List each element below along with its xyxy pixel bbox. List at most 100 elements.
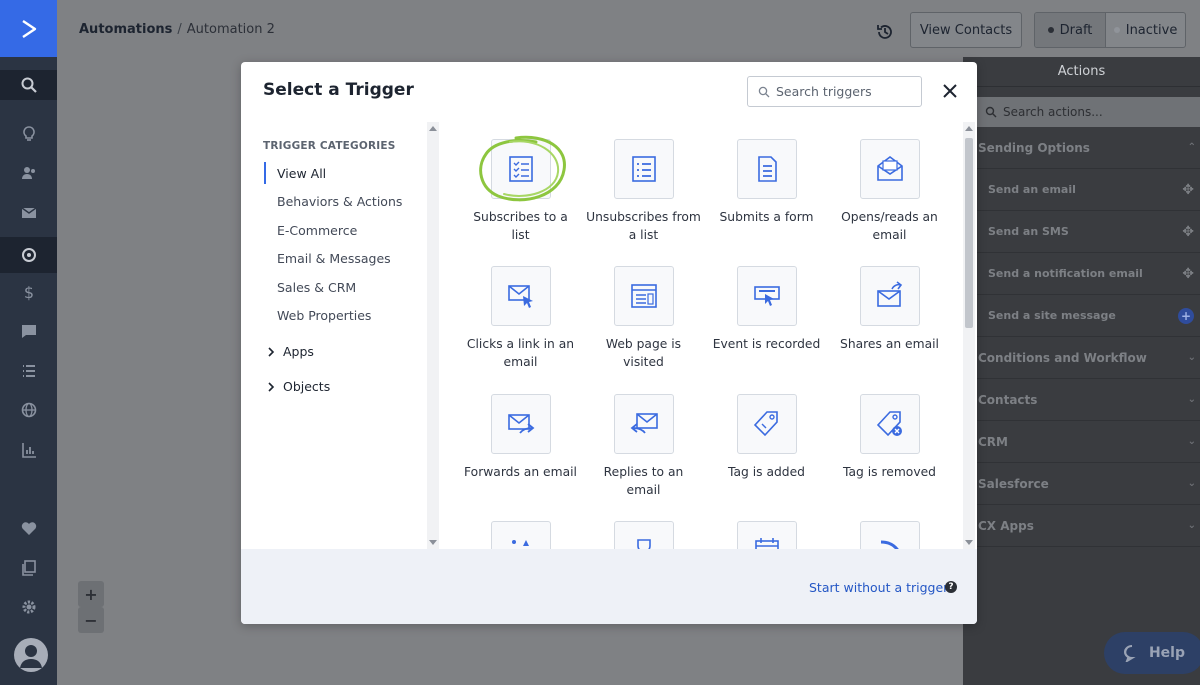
action-label: Send a site message bbox=[988, 309, 1116, 322]
trigger-label: Opens/reads an email bbox=[841, 210, 938, 242]
reply-envelope-icon bbox=[613, 394, 674, 454]
section-cx-apps[interactable]: CX Apps ⌄ bbox=[963, 505, 1200, 547]
goal-icon bbox=[490, 521, 551, 549]
actions-search-placeholder: Search actions... bbox=[1003, 105, 1103, 119]
draft-status-button[interactable]: Draft bbox=[1035, 13, 1107, 47]
app-logo[interactable] bbox=[0, 0, 57, 57]
section-contacts[interactable]: Contacts ⌄ bbox=[963, 379, 1200, 421]
drag-move-icon[interactable]: ✥ bbox=[1182, 182, 1194, 198]
help-button[interactable]: Help bbox=[1104, 632, 1200, 674]
scroll-thumb[interactable] bbox=[965, 138, 973, 328]
category-ecommerce[interactable]: E-Commerce bbox=[277, 223, 357, 238]
trigger-tile-partial[interactable] bbox=[828, 521, 951, 549]
close-icon[interactable] bbox=[937, 78, 963, 104]
category-behaviors-actions[interactable]: Behaviors & Actions bbox=[277, 194, 402, 209]
actions-panel: Actions Search actions... Sending Option… bbox=[963, 57, 1200, 685]
category-view-all[interactable]: View All bbox=[277, 166, 326, 181]
lists-icon[interactable] bbox=[14, 356, 44, 386]
action-send-sms[interactable]: Send an SMS ✥ bbox=[963, 211, 1200, 253]
user-avatar[interactable] bbox=[14, 638, 48, 672]
trigger-label: Tag is added bbox=[728, 465, 805, 479]
section-label: CRM bbox=[978, 434, 1008, 449]
dollar-icon[interactable]: $ bbox=[14, 277, 44, 307]
trigger-clicks-link[interactable]: Clicks a link in an email bbox=[459, 266, 582, 371]
breadcrumb-root[interactable]: Automations bbox=[79, 22, 172, 37]
scroll-up-icon[interactable] bbox=[965, 126, 973, 131]
scroll-down-icon[interactable] bbox=[965, 540, 973, 545]
scroll-down-icon[interactable] bbox=[429, 540, 437, 545]
actions-search-input[interactable]: Search actions... bbox=[977, 97, 1200, 127]
reports-icon[interactable] bbox=[14, 435, 44, 465]
group-apps[interactable]: Apps bbox=[267, 344, 314, 359]
trigger-tag-added[interactable]: Tag is added bbox=[705, 394, 828, 481]
view-contacts-button[interactable]: View Contacts bbox=[910, 12, 1022, 48]
trigger-tile-partial[interactable] bbox=[582, 521, 705, 549]
category-web-properties[interactable]: Web Properties bbox=[277, 308, 371, 323]
zoom-out-button[interactable]: − bbox=[78, 607, 104, 633]
heart-icon[interactable] bbox=[14, 513, 44, 543]
trigger-opens-email[interactable]: Opens/reads an email bbox=[828, 139, 951, 244]
action-send-site-message[interactable]: Send a site message + bbox=[963, 295, 1200, 337]
drag-move-icon[interactable]: ✥ bbox=[1182, 266, 1194, 282]
drag-move-icon[interactable]: ✥ bbox=[1182, 224, 1194, 240]
section-salesforce[interactable]: Salesforce ⌄ bbox=[963, 463, 1200, 505]
scroll-up-icon[interactable] bbox=[429, 126, 437, 131]
inactive-status-button[interactable]: Inactive bbox=[1106, 13, 1185, 47]
category-email-messages[interactable]: Email & Messages bbox=[277, 251, 391, 266]
action-label: Send an SMS bbox=[988, 225, 1069, 238]
help-question-icon[interactable]: ? bbox=[945, 581, 957, 593]
zoom-in-button[interactable]: + bbox=[78, 581, 104, 607]
history-icon[interactable] bbox=[875, 22, 895, 42]
chevron-down-icon: ⌄ bbox=[1187, 352, 1196, 363]
trigger-event-recorded[interactable]: Event is recorded bbox=[705, 266, 828, 353]
pages-icon[interactable] bbox=[14, 553, 44, 583]
contacts-icon[interactable] bbox=[14, 158, 44, 188]
section-conditions-workflow[interactable]: Conditions and Workflow ⌄ bbox=[963, 337, 1200, 379]
group-objects[interactable]: Objects bbox=[267, 379, 330, 394]
trigger-unsubscribes-list[interactable]: Unsubscribes from a list bbox=[582, 139, 705, 244]
globe-icon[interactable] bbox=[14, 395, 44, 425]
section-sending-options[interactable]: Sending Options ⌃ bbox=[963, 127, 1200, 169]
event-cursor-icon bbox=[736, 266, 797, 326]
tag-remove-icon bbox=[859, 394, 920, 454]
trigger-tile-partial[interactable] bbox=[705, 521, 828, 549]
select-trigger-modal: Select a Trigger Search triggers TRIGGER… bbox=[241, 62, 977, 624]
trigger-forwards-email[interactable]: Forwards an email bbox=[459, 394, 582, 481]
trigger-tile-partial[interactable] bbox=[459, 521, 582, 549]
trigger-label: Shares an email bbox=[840, 337, 939, 351]
trigger-search-input[interactable]: Search triggers bbox=[747, 76, 922, 107]
forward-envelope-icon bbox=[490, 394, 551, 454]
trigger-grid-scrollbar[interactable] bbox=[963, 122, 975, 549]
trigger-tag-removed[interactable]: Tag is removed bbox=[828, 394, 951, 481]
status-toggle: Draft Inactive bbox=[1034, 12, 1186, 48]
trigger-label: Subscribes to a list bbox=[473, 210, 568, 242]
trigger-subscribes-list[interactable]: Subscribes to a list bbox=[459, 135, 582, 244]
action-send-notification[interactable]: Send a notification email ✥ bbox=[963, 253, 1200, 295]
conversations-icon[interactable] bbox=[14, 316, 44, 346]
settings-gear-icon[interactable] bbox=[14, 592, 44, 622]
share-envelope-icon bbox=[859, 266, 920, 326]
section-crm[interactable]: CRM ⌄ bbox=[963, 421, 1200, 463]
trigger-shares-email[interactable]: Shares an email bbox=[828, 266, 951, 353]
chevron-right-icon bbox=[268, 381, 275, 392]
action-send-email[interactable]: Send an email ✥ bbox=[963, 169, 1200, 211]
mail-icon[interactable] bbox=[14, 198, 44, 228]
trigger-label: Web page is visited bbox=[605, 337, 682, 369]
lightbulb-icon[interactable] bbox=[14, 119, 44, 149]
help-label: Help bbox=[1148, 645, 1186, 661]
category-sales-crm[interactable]: Sales & CRM bbox=[277, 280, 356, 295]
trigger-web-page-visited[interactable]: Web page is visited bbox=[582, 266, 705, 371]
section-label: Salesforce bbox=[978, 476, 1049, 491]
trigger-submits-form[interactable]: Submits a form bbox=[705, 139, 828, 226]
chevron-down-icon: ⌄ bbox=[1187, 436, 1196, 447]
trigger-replies-email[interactable]: Replies to an email bbox=[582, 394, 705, 499]
list-lines-icon bbox=[613, 139, 674, 199]
chevron-right-icon bbox=[268, 346, 275, 357]
automations-icon[interactable] bbox=[0, 237, 57, 273]
action-label: Send an email bbox=[988, 183, 1076, 196]
search-nav-icon[interactable] bbox=[0, 70, 57, 100]
categories-scrollbar[interactable] bbox=[427, 122, 439, 549]
section-label: Contacts bbox=[978, 392, 1038, 407]
plus-icon[interactable]: + bbox=[1178, 307, 1194, 324]
start-without-trigger-link[interactable]: Start without a trigger bbox=[809, 580, 948, 595]
